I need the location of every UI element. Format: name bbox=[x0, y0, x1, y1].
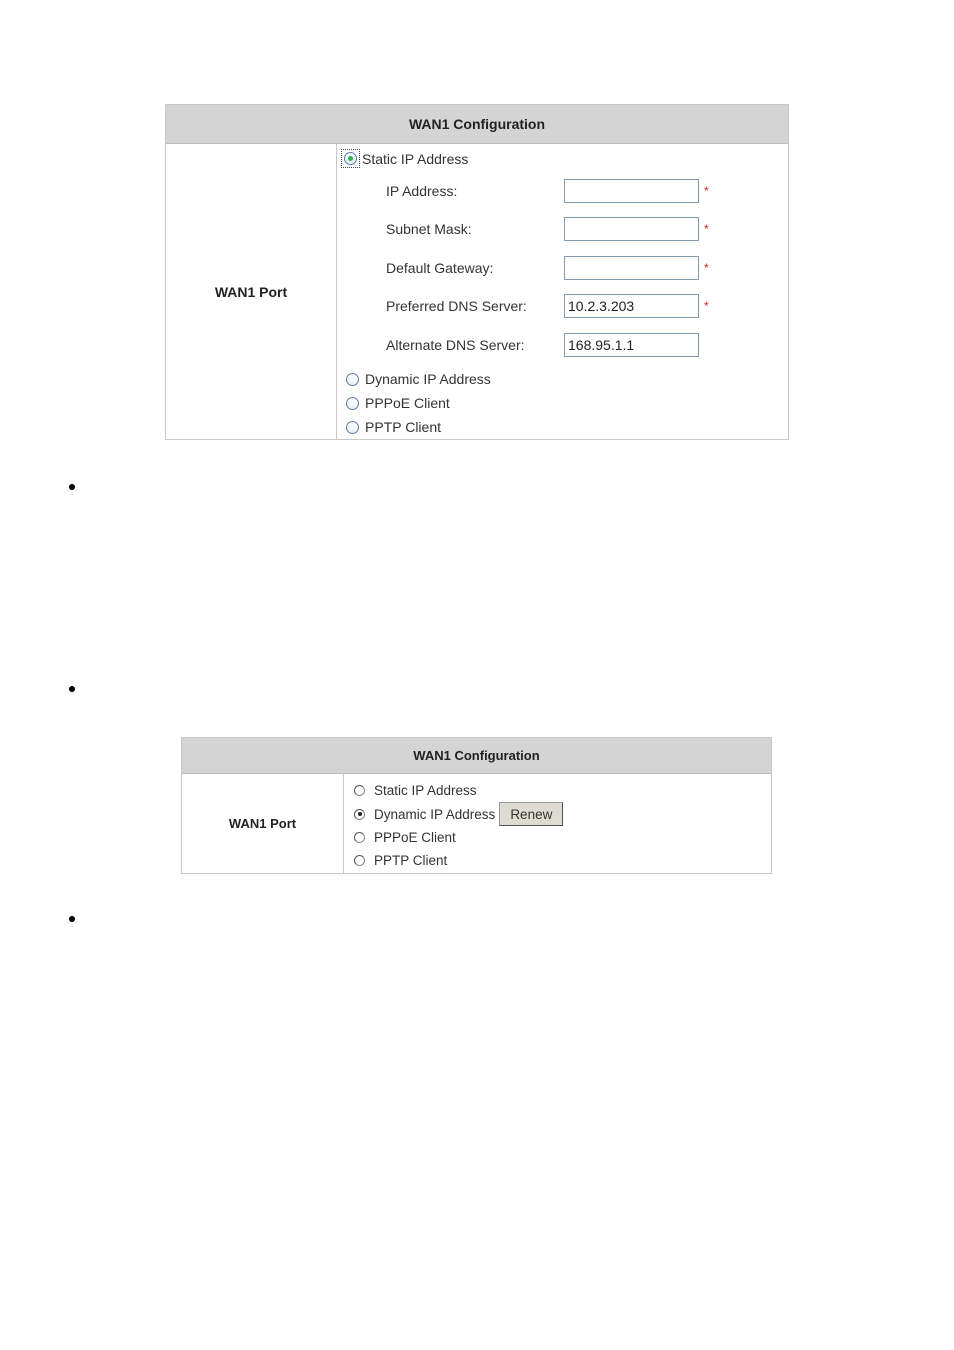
radio-pppoe-client[interactable]: PPPoE Client bbox=[354, 830, 456, 845]
wan1-port-label: WAN1 Port bbox=[182, 774, 344, 873]
wan1-configuration-dynamic-panel: WAN1 Configuration WAN1 Port Static IP A… bbox=[181, 737, 772, 874]
default-gateway-input[interactable] bbox=[564, 256, 699, 280]
alternate-dns-row: Alternate DNS Server: bbox=[386, 333, 699, 357]
ip-address-row: IP Address: * bbox=[386, 179, 709, 203]
radio-label: PPPoE Client bbox=[374, 830, 456, 845]
radio-selected-icon[interactable] bbox=[344, 152, 357, 165]
bullet-point bbox=[69, 686, 75, 692]
radio-static-ip[interactable]: Static IP Address bbox=[354, 783, 477, 798]
radio-unselected-icon[interactable] bbox=[346, 372, 359, 386]
field-label: Preferred DNS Server: bbox=[386, 298, 527, 314]
bullet-point bbox=[69, 484, 75, 490]
panel-title: WAN1 Configuration bbox=[166, 105, 788, 144]
subnet-mask-row: Subnet Mask: * bbox=[386, 217, 709, 241]
radio-unselected-icon[interactable] bbox=[354, 785, 365, 796]
alternate-dns-input[interactable] bbox=[564, 333, 699, 357]
radio-label: PPTP Client bbox=[374, 853, 448, 868]
radio-unselected-icon[interactable] bbox=[346, 396, 359, 410]
radio-label: Static IP Address bbox=[374, 783, 477, 798]
subnet-mask-input[interactable] bbox=[564, 217, 699, 241]
wan1-port-label: WAN1 Port bbox=[166, 144, 337, 439]
radio-selected-icon[interactable] bbox=[354, 808, 365, 820]
radio-pptp-client[interactable]: PPTP Client bbox=[354, 853, 447, 868]
radio-label: PPTP Client bbox=[365, 419, 441, 435]
radio-dynamic-ip[interactable]: Dynamic IP Address bbox=[346, 371, 491, 387]
required-asterisk: * bbox=[704, 261, 709, 275]
radio-unselected-icon[interactable] bbox=[354, 832, 365, 843]
required-asterisk: * bbox=[704, 222, 709, 236]
default-gateway-row: Default Gateway: * bbox=[386, 256, 709, 280]
radio-label: PPPoE Client bbox=[365, 395, 450, 411]
required-asterisk: * bbox=[704, 184, 709, 198]
field-label: IP Address: bbox=[386, 183, 458, 199]
radio-pptp-client[interactable]: PPTP Client bbox=[346, 419, 441, 435]
renew-button[interactable]: Renew bbox=[499, 802, 564, 826]
radio-pppoe-client[interactable]: PPPoE Client bbox=[346, 395, 450, 411]
radio-label: Dynamic IP Address bbox=[365, 371, 491, 387]
required-asterisk: * bbox=[704, 299, 709, 313]
radio-dynamic-ip[interactable]: Dynamic IP Address Renew bbox=[354, 802, 564, 826]
field-label: Default Gateway: bbox=[386, 260, 494, 276]
wan1-configuration-static-panel: WAN1 Configuration WAN1 Port Static IP A… bbox=[165, 104, 789, 440]
radio-label: Static IP Address bbox=[362, 150, 469, 167]
bullet-point bbox=[69, 916, 75, 922]
connection-type-options: Static IP Address IP Address: * Subnet M… bbox=[337, 144, 788, 439]
focus-outline bbox=[341, 149, 360, 168]
radio-unselected-icon[interactable] bbox=[354, 855, 365, 866]
connection-type-options: Static IP Address Dynamic IP Address Ren… bbox=[344, 774, 771, 873]
panel-title: WAN1 Configuration bbox=[182, 738, 771, 774]
field-label: Subnet Mask: bbox=[386, 221, 472, 237]
field-label: Alternate DNS Server: bbox=[386, 337, 525, 353]
preferred-dns-row: Preferred DNS Server: * bbox=[386, 294, 709, 318]
ip-address-input[interactable] bbox=[564, 179, 699, 203]
radio-unselected-icon[interactable] bbox=[346, 420, 359, 434]
radio-label: Dynamic IP Address bbox=[374, 806, 496, 822]
preferred-dns-input[interactable] bbox=[564, 294, 699, 318]
radio-static-ip[interactable]: Static IP Address bbox=[341, 149, 468, 168]
